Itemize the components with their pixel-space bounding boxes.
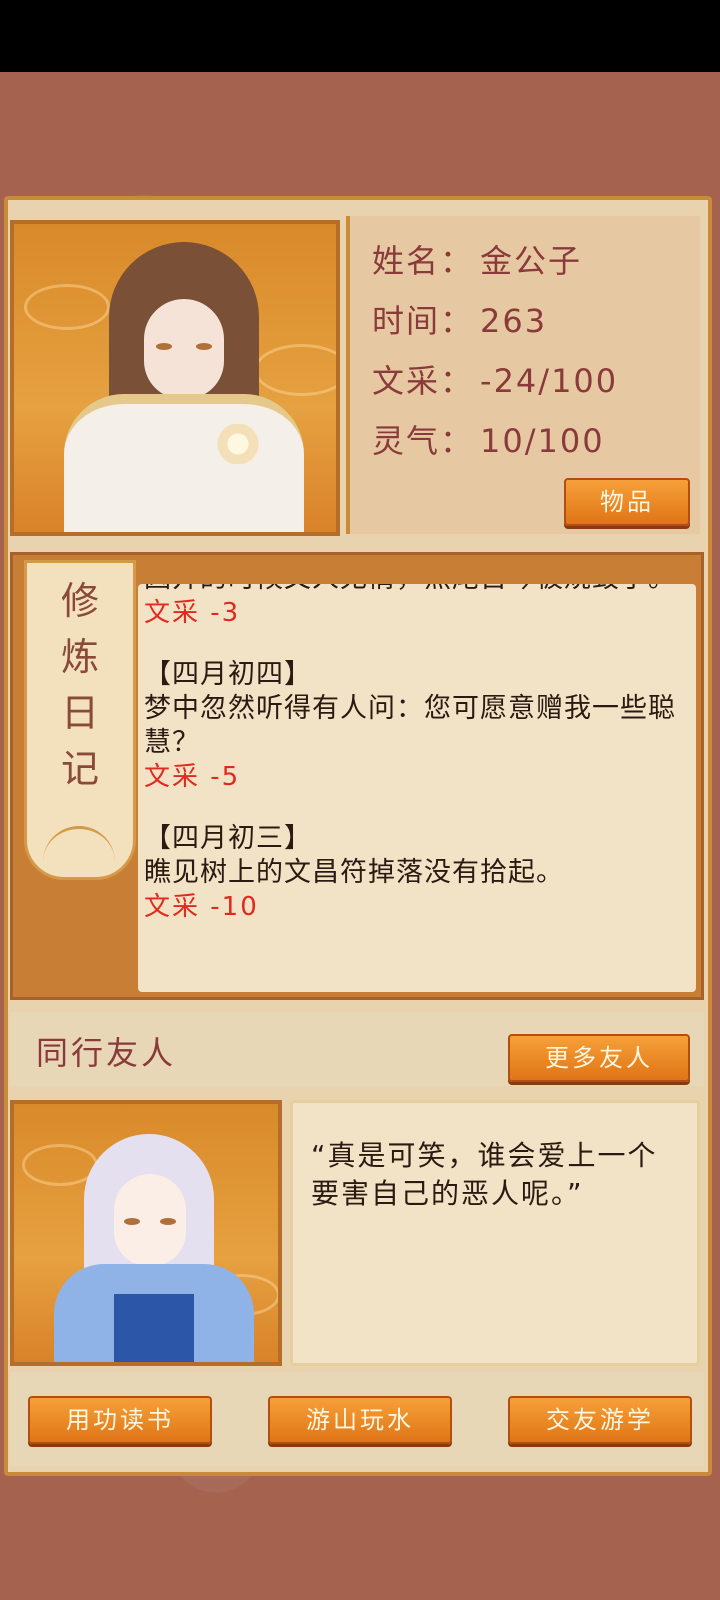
friend-quote-box: “真是可笑，谁会爱上一个要害自己的恶人呢。” <box>290 1100 700 1366</box>
entry-text: 瞧见树上的文昌符掉落没有拾起。 <box>144 857 564 888</box>
friend-portrait[interactable] <box>10 1100 282 1366</box>
entry-date: 【四月初三】 <box>144 823 312 854</box>
time-label: 时间： <box>372 302 475 340</box>
friend-quote: “真是可笑，谁会爱上一个要害自己的恶人呢。” <box>311 1139 658 1210</box>
cloud-pattern <box>254 344 336 396</box>
diary-tab-title: 修炼日记 <box>60 579 99 791</box>
study-button[interactable]: 用功读书 <box>28 1396 212 1444</box>
character-robe <box>64 394 304 532</box>
name-label: 姓名： <box>372 242 475 280</box>
name-row: 姓名： 金公子 <box>372 236 582 282</box>
entry-text: 梦中忽然听得有人问：您可愿意赠我一些聪慧？ <box>144 693 676 758</box>
diary-tab-ornament <box>43 826 115 869</box>
time-row: 时间： 263 <box>372 296 547 342</box>
status-bar <box>0 0 720 72</box>
spirit-value: 10/100 <box>480 422 605 460</box>
spirit-label: 灵气： <box>372 422 475 460</box>
entry-text: 因开的时候文人无情，焦尾古琴被烧毁了。 <box>144 584 684 596</box>
items-button[interactable]: 物品 <box>564 478 690 526</box>
spirit-row: 灵气： 10/100 <box>372 416 605 462</box>
entry-date: 【四月初四】 <box>144 659 312 690</box>
diary-log[interactable]: 因开的时候文人无情，焦尾古琴被烧毁了。 文采 -3 【四月初四】 梦中忽然听得有… <box>138 584 696 992</box>
literary-value: -24/100 <box>480 362 619 400</box>
character-face <box>144 299 224 399</box>
literary-label: 文采： <box>372 362 475 400</box>
cloud-pattern <box>24 284 110 330</box>
entry-effect: 文采 -3 <box>144 598 241 628</box>
socialize-button[interactable]: 交友游学 <box>508 1396 692 1444</box>
diary-entries: 因开的时候文人无情，焦尾古琴被烧毁了。 文采 -3 【四月初四】 梦中忽然听得有… <box>144 584 684 952</box>
diary-entry: 【四月初四】 梦中忽然听得有人问：您可愿意赠我一些聪慧？ 文采 -5 <box>144 658 684 794</box>
more-friends-button[interactable]: 更多友人 <box>508 1034 690 1082</box>
friends-title: 同行友人 <box>36 1034 177 1072</box>
name-value: 金公子 <box>480 242 583 280</box>
diary-tab: 修炼日记 <box>24 560 136 880</box>
character-portrait <box>10 220 340 536</box>
travel-button[interactable]: 游山玩水 <box>268 1396 452 1444</box>
diary-entry: 【四月初三】 瞧见树上的文昌符掉落没有拾起。 文采 -10 <box>144 822 684 924</box>
entry-effect: 文采 -10 <box>144 892 259 922</box>
literary-row: 文采： -24/100 <box>372 356 618 402</box>
friend-face <box>114 1174 186 1266</box>
diary-entry: 因开的时候文人无情，焦尾古琴被烧毁了。 文采 -3 <box>144 584 684 630</box>
time-value: 263 <box>480 302 548 340</box>
friend-inner-robe <box>114 1294 194 1362</box>
lotus-ornament <box>214 424 262 464</box>
entry-effect: 文采 -5 <box>144 762 241 792</box>
